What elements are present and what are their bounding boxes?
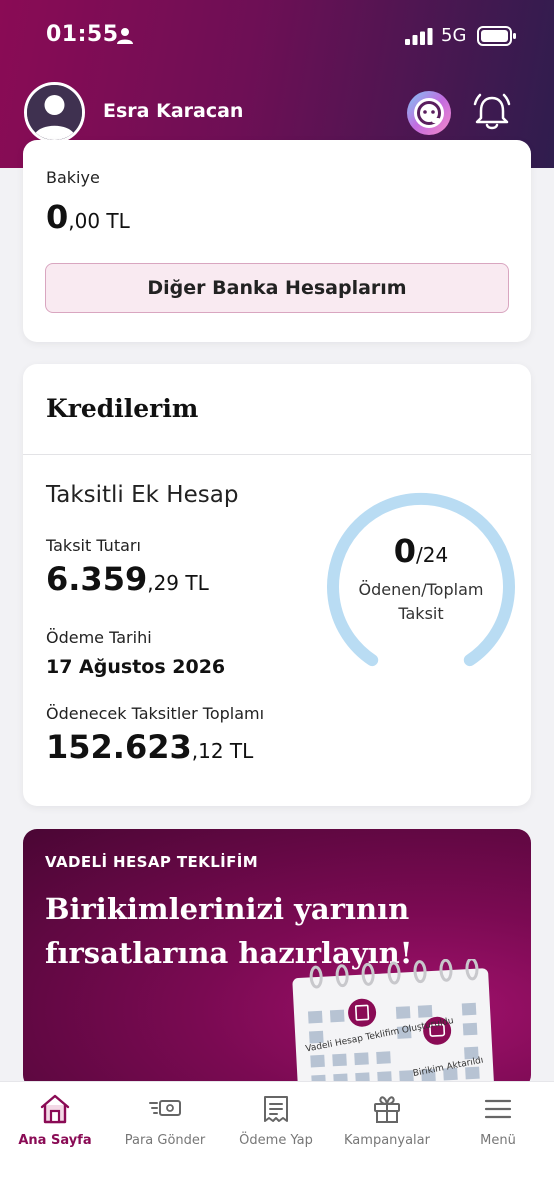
balance-amount: 0,00 TL <box>46 198 130 236</box>
other-bank-accounts-button[interactable]: Diğer Banka Hesaplarım <box>45 263 509 313</box>
balance-card: Bakiye 0,00 TL Diğer Banka Hesaplarım <box>23 140 531 342</box>
person-icon <box>117 28 133 44</box>
installment-caption: Ödenen/Toplam Taksit <box>323 578 519 626</box>
loans-card[interactable]: Kredilerim Taksitli Ek Hesap Taksit Tuta… <box>23 364 531 806</box>
bottom-navigation: Ana Sayfa Para Gönder Ödeme Yap Kampanya… <box>0 1081 554 1199</box>
balance-amount-dec: ,00 TL <box>68 209 130 233</box>
caption-line-1: Ödenen/Toplam <box>358 580 484 599</box>
loans-title: Kredilerim <box>46 394 199 423</box>
nav-label-send-money: Para Gönder <box>124 1133 206 1148</box>
balance-label: Bakiye <box>46 168 100 187</box>
payment-date-label: Ödeme Tarihi <box>46 628 152 647</box>
installments-paid: 0 <box>393 532 417 570</box>
signal-icon <box>405 28 433 45</box>
remaining-total-dec: ,12 TL <box>191 739 254 763</box>
calendar-illustration: Vadeli Hesap Teklifim Oluşturuldu Biriki… <box>292 959 496 1089</box>
battery-icon <box>477 26 516 46</box>
nav-label-menu: Menü <box>480 1133 516 1148</box>
receipt-icon <box>264 1096 288 1122</box>
bell-icon[interactable] <box>470 90 514 134</box>
nav-item-campaigns[interactable]: Kampanyalar <box>332 1092 442 1162</box>
installment-amount-dec: ,29 TL <box>147 571 209 595</box>
nav-label-campaigns: Kampanyalar <box>344 1133 430 1148</box>
home-icon <box>40 1094 70 1124</box>
installment-count: 0/24 <box>323 532 519 570</box>
divider <box>23 454 531 455</box>
send-money-icon <box>149 1100 181 1116</box>
installments-total: /24 <box>416 543 449 567</box>
payment-date: 17 Ağustos 2026 <box>46 656 226 678</box>
user-name[interactable]: Esra Karacan <box>103 100 243 122</box>
user-avatar-icon <box>27 85 82 140</box>
savings-offer-banner[interactable]: VADELİ HESAP TEKLİFİM Birikimlerinizi ya… <box>23 829 531 1089</box>
menu-icon <box>484 1099 512 1119</box>
loan-name: Taksitli Ek Hesap <box>46 482 239 508</box>
status-bar: 01:55 5G <box>0 0 554 72</box>
promo-tag: VADELİ HESAP TEKLİFİM <box>45 853 259 871</box>
nav-item-send-money[interactable]: Para Gönder <box>110 1092 220 1162</box>
balance-amount-int: 0 <box>46 198 69 236</box>
nav-label-home: Ana Sayfa <box>18 1133 92 1148</box>
status-time: 01:55 <box>46 22 119 47</box>
remaining-total-int: 152.623 <box>46 728 192 766</box>
gift-icon <box>374 1096 400 1123</box>
installment-amount: 6.359,29 TL <box>46 560 209 598</box>
nav-label-pay: Ödeme Yap <box>239 1133 313 1148</box>
nav-item-home[interactable]: Ana Sayfa <box>0 1092 110 1162</box>
nav-item-menu[interactable]: Menü <box>443 1092 553 1162</box>
caption-line-2: Taksit <box>398 604 444 623</box>
avatar[interactable] <box>24 82 85 143</box>
installment-label: Taksit Tutarı <box>46 536 141 555</box>
remaining-total-label: Ödenecek Taksitler Toplamı <box>46 704 265 723</box>
installment-amount-int: 6.359 <box>46 560 148 598</box>
network-type: 5G <box>441 25 467 46</box>
assistant-icon[interactable] <box>406 90 452 136</box>
remaining-total-amount: 152.623,12 TL <box>46 728 253 766</box>
nav-item-pay[interactable]: Ödeme Yap <box>221 1092 331 1162</box>
